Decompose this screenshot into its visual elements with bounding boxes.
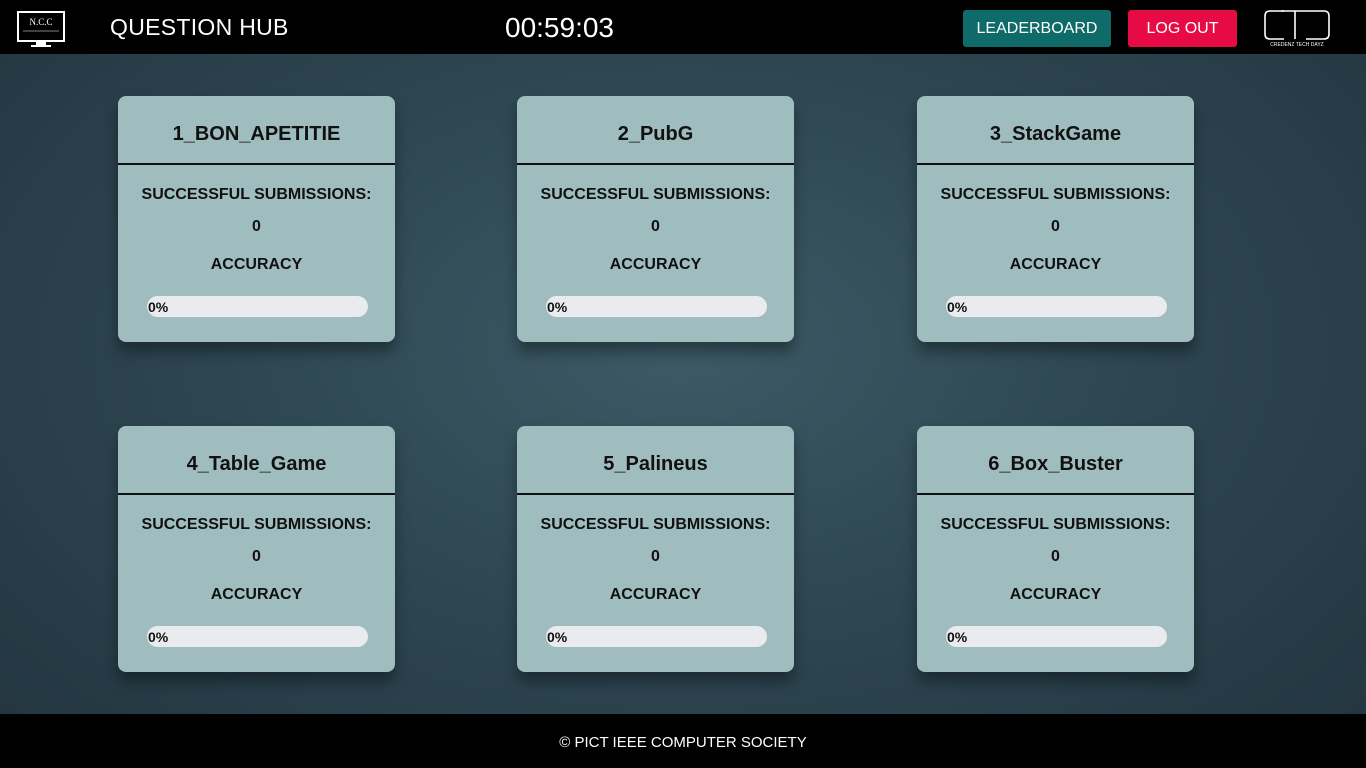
question-title[interactable]: 3_StackGame — [917, 96, 1194, 165]
question-card[interactable]: 4_Table_Game SUCCESSFUL SUBMISSIONS: 0 ACCU… — [118, 426, 395, 672]
submissions-label: SUCCESSFUL SUBMISSIONS: — [141, 186, 372, 203]
submissions-count: 0 — [252, 548, 261, 565]
page-title: QUESTION HUB — [110, 14, 289, 40]
submissions-count: 0 — [252, 218, 261, 235]
svg-text:N.C.C: N.C.C — [29, 17, 52, 27]
accuracy-progress-bar: 0% — [147, 296, 368, 317]
top-bar: N.C.C QUESTION HUB 00:59:03 LEADERBOARD … — [0, 0, 1366, 54]
accuracy-percent: 0% — [547, 629, 568, 645]
submissions-label: SUCCESSFUL SUBMISSIONS: — [940, 516, 1171, 533]
accuracy-label: ACCURACY — [1009, 256, 1102, 273]
question-card[interactable]: 2_PubG SUCCESSFUL SUBMISSIONS: 0 ACCURACY 0% — [517, 96, 794, 342]
question-card[interactable]: 1_BON_APETITIE SUCCESSFUL SUBMISSIONS: 0 AC… — [118, 96, 395, 342]
submissions-count: 0 — [651, 218, 660, 235]
accuracy-progress-bar: 0% — [946, 296, 1167, 317]
submissions-count: 0 — [1051, 218, 1060, 235]
submissions-label: SUCCESSFUL SUBMISSIONS: — [540, 186, 771, 203]
question-title[interactable]: 4_Table_Game — [118, 426, 395, 495]
question-title[interactable]: 2_PubG — [517, 96, 794, 165]
accuracy-label: ACCURACY — [210, 586, 303, 603]
footer-copyright: © PICT IEEE COMPUTER SOCIETY — [559, 734, 807, 751]
accuracy-label: ACCURACY — [1009, 586, 1102, 603]
ncc-logo: N.C.C — [17, 11, 65, 47]
question-card[interactable]: 6_Box_Buster SUCCESSFUL SUBMISSIONS: 0 ACCU… — [917, 426, 1194, 672]
leaderboard-button[interactable]: LEADERBOARD — [963, 10, 1111, 47]
accuracy-percent: 0% — [547, 299, 568, 315]
accuracy-progress-bar: 0% — [546, 626, 767, 647]
accuracy-progress-bar: 0% — [946, 626, 1167, 647]
accuracy-percent: 0% — [947, 629, 968, 645]
accuracy-label: ACCURACY — [609, 256, 702, 273]
accuracy-label: ACCURACY — [210, 256, 303, 273]
logout-button[interactable]: LOG OUT — [1128, 10, 1237, 47]
question-title[interactable]: 5_Palineus — [517, 426, 794, 495]
accuracy-percent: 0% — [947, 299, 968, 315]
submissions-label: SUCCESSFUL SUBMISSIONS: — [540, 516, 771, 533]
submissions-label: SUCCESSFUL SUBMISSIONS: — [940, 186, 1171, 203]
question-title[interactable]: 6_Box_Buster — [917, 426, 1194, 495]
ctd-logo: CREDENZ TECH DAYZ — [1264, 10, 1330, 48]
accuracy-progress-bar: 0% — [147, 626, 368, 647]
svg-text:CREDENZ TECH DAYZ: CREDENZ TECH DAYZ — [1270, 42, 1323, 48]
accuracy-progress-bar: 0% — [546, 296, 767, 317]
question-card[interactable]: 3_StackGame SUCCESSFUL SUBMISSIONS: 0 ACCUR… — [917, 96, 1194, 342]
submissions-label: SUCCESSFUL SUBMISSIONS: — [141, 516, 372, 533]
countdown-timer: 00:59:03 — [505, 12, 614, 43]
submissions-count: 0 — [1051, 548, 1060, 565]
accuracy-percent: 0% — [148, 299, 169, 315]
submissions-count: 0 — [651, 548, 660, 565]
question-card[interactable]: 5_Palineus SUCCESSFUL SUBMISSIONS: 0 ACCURA… — [517, 426, 794, 672]
footer: © PICT IEEE COMPUTER SOCIETY — [0, 714, 1366, 768]
accuracy-label: ACCURACY — [609, 586, 702, 603]
question-title[interactable]: 1_BON_APETITIE — [118, 96, 395, 165]
accuracy-percent: 0% — [148, 629, 169, 645]
